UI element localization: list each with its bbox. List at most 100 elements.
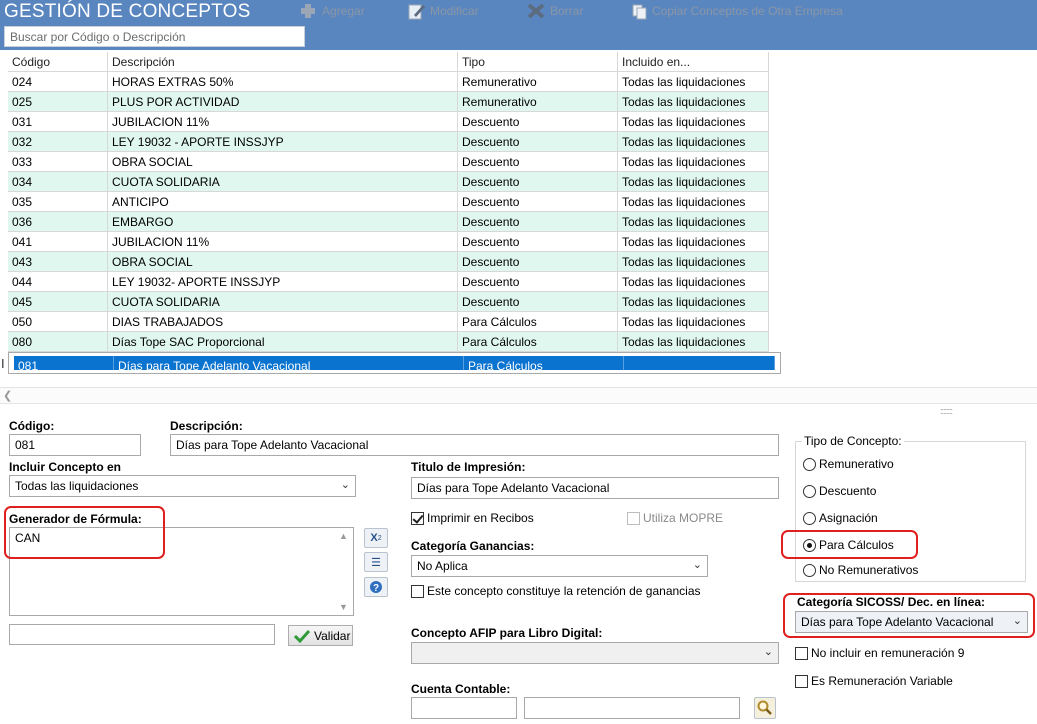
cell-tipo: Descuento: [458, 112, 618, 131]
cell-tipo: Descuento: [458, 292, 618, 311]
cell-tipo: Descuento: [458, 192, 618, 211]
column-header-incluido[interactable]: Incluido en...: [618, 52, 769, 71]
validar-label: Validar: [314, 628, 351, 643]
cuenta-desc-field[interactable]: [524, 697, 740, 719]
titulo-label: Titulo de Impresión:: [411, 460, 526, 474]
formula-scrollbar[interactable]: ▲ ▼: [336, 528, 353, 615]
cell-descripcion: CUOTA SOLIDARIA: [108, 292, 458, 311]
radio-label: Asignación: [819, 511, 878, 525]
checkbox-icon: [627, 511, 640, 525]
search-icon[interactable]: [754, 697, 776, 719]
list-icon[interactable]: ☰: [364, 552, 388, 572]
mopre-checkbox[interactable]: Utiliza MOPRE: [627, 511, 723, 525]
agregar-button[interactable]: Agregar: [298, 2, 365, 20]
concepts-table: Código Descripción Tipo Incluido en... 0…: [8, 52, 781, 374]
codigo-field[interactable]: 081: [9, 434, 141, 456]
scroll-down-icon[interactable]: ▼: [339, 602, 348, 612]
edit-icon: [406, 2, 426, 20]
incluir-select[interactable]: Todas las liquidaciones ⌄: [9, 475, 356, 497]
search-input[interactable]: [4, 26, 305, 47]
cell-codigo: 043: [8, 252, 108, 271]
radio-label: No Remunerativos: [819, 563, 919, 577]
validar-button[interactable]: Validar: [288, 625, 353, 646]
table-row[interactable]: 031 JUBILACION 11% Descuento Todas las liqu…: [8, 112, 769, 132]
copy-icon: [632, 2, 648, 20]
table-row[interactable]: 043 OBRA SOCIAL Descuento Todas las liquida…: [8, 252, 769, 272]
cell-tipo: Para Cálculos: [458, 332, 618, 351]
cell-codigo: 036: [8, 212, 108, 231]
table-header: Código Descripción Tipo Incluido en...: [8, 52, 769, 72]
afip-select[interactable]: ⌄: [411, 642, 779, 664]
table-row[interactable]: 041 JUBILACION 11% Descuento Todas las liqu…: [8, 232, 769, 252]
cell-codigo: 024: [8, 72, 108, 91]
cell-codigo: 033: [8, 152, 108, 171]
column-header-descripcion[interactable]: Descripción: [108, 52, 458, 71]
table-row[interactable]: 035 ANTICIPO Descuento Todas las liquidacio…: [8, 192, 769, 212]
checkbox-icon: [795, 646, 808, 660]
highlight-sicoss: [783, 593, 1035, 638]
chevron-down-icon: ⌄: [340, 479, 350, 491]
radio-no-remunerativos[interactable]: No Remunerativos: [803, 563, 918, 577]
table-row[interactable]: 080 Días Tope SAC Proporcional Para Cálcul…: [8, 332, 769, 352]
radio-asignacion[interactable]: Asignación: [803, 511, 878, 525]
horizontal-scrollbar[interactable]: ❮: [0, 387, 1037, 404]
tipo-concepto-label: Tipo de Concepto:: [802, 434, 904, 448]
cell-tipo: Descuento: [458, 232, 618, 251]
table-row[interactable]: 033 OBRA SOCIAL Descuento Todas las liquida…: [8, 152, 769, 172]
table-row[interactable]: 044 LEY 19032- APORTE INSSJYP Descuento Tod…: [8, 272, 769, 292]
cell-descripcion: OBRA SOCIAL: [108, 152, 458, 171]
cell-tipo: Descuento: [458, 212, 618, 231]
cell-codigo: 050: [8, 312, 108, 331]
modificar-button[interactable]: Modificar: [406, 2, 479, 20]
splitter-grip-icon[interactable]: ::::::::: [940, 406, 953, 416]
titulo-field[interactable]: Días para Tope Adelanto Vacacional: [411, 477, 779, 499]
no-incluir-checkbox[interactable]: No incluir en remuneración 9: [795, 646, 964, 660]
ganancias-value: No Aplica: [417, 559, 468, 573]
cell-incluido: Todas las liquidaciones: [618, 172, 769, 191]
table-row[interactable]: 032 LEY 19032 - APORTE INSSJYP Descuento To…: [8, 132, 769, 152]
cell-codigo: 034: [8, 172, 108, 191]
retencion-label: Este concepto constituye la retención de…: [427, 584, 701, 598]
column-header-codigo[interactable]: Código: [8, 52, 108, 71]
radio-remunerativo[interactable]: Remunerativo: [803, 457, 894, 471]
variable-checkbox[interactable]: Es Remuneración Variable: [795, 674, 953, 688]
cell-codigo: 031: [8, 112, 108, 131]
ganancias-select[interactable]: No Aplica ⌄: [411, 555, 708, 577]
help-icon[interactable]: ?: [364, 577, 388, 597]
subscript-icon[interactable]: X2: [364, 528, 388, 548]
scroll-up-icon[interactable]: ▲: [339, 531, 348, 541]
column-header-tipo[interactable]: Tipo: [458, 52, 618, 71]
imprimir-label: Imprimir en Recibos: [427, 511, 534, 525]
cell-codigo: 044: [8, 272, 108, 291]
table-row[interactable]: 081 Días para Tope Adelanto Vacacional Par…: [8, 352, 781, 374]
copiar-button[interactable]: Copiar Conceptos de Otra Empresa: [632, 2, 843, 20]
cuenta-label: Cuenta Contable:: [411, 682, 511, 696]
cell-descripcion: Días Tope SAC Proporcional: [108, 332, 458, 351]
table-row[interactable]: 045 CUOTA SOLIDARIA Descuento Todas las liq…: [8, 292, 769, 312]
table-row[interactable]: 025 PLUS POR ACTIVIDAD Remunerativo Todas l…: [8, 92, 769, 112]
formula-result-field[interactable]: [9, 624, 275, 645]
imprimir-checkbox[interactable]: Imprimir en Recibos: [411, 511, 534, 525]
ganancias-label: Categoría Ganancias:: [411, 539, 535, 553]
table-row[interactable]: 024 HORAS EXTRAS 50% Remunerativo Todas las…: [8, 72, 769, 92]
cell-incluido: Todas las liquidaciones: [618, 72, 769, 91]
modificar-label: Modificar: [430, 4, 479, 18]
cell-tipo: Descuento: [458, 152, 618, 171]
radio-descuento[interactable]: Descuento: [803, 484, 876, 498]
borrar-button[interactable]: Borrar: [526, 2, 583, 20]
table-row[interactable]: 036 EMBARGO Descuento Todas las liquidacion…: [8, 212, 769, 232]
table-row[interactable]: 034 CUOTA SOLIDARIA Descuento Todas las liq…: [8, 172, 769, 192]
delete-icon: [526, 2, 546, 20]
cell-codigo: 041: [8, 232, 108, 251]
cell-descripcion: LEY 19032 - APORTE INSSJYP: [108, 132, 458, 151]
cuenta-code-field[interactable]: [411, 697, 517, 719]
descripcion-field[interactable]: Días para Tope Adelanto Vacacional: [170, 434, 779, 456]
cell-incluido: Todas las liquidaciones: [618, 92, 769, 111]
retencion-checkbox[interactable]: Este concepto constituye la retención de…: [411, 584, 701, 598]
codigo-label: Código:: [9, 419, 55, 433]
table-row[interactable]: 050 DIAS TRABAJADOS Para Cálculos Todas las…: [8, 312, 769, 332]
checkbox-icon: [411, 584, 424, 598]
scroll-left-icon[interactable]: ❮: [3, 389, 12, 402]
cell-incluido: Todas las liquidaciones: [618, 252, 769, 271]
descripcion-label: Descripción:: [170, 419, 243, 433]
